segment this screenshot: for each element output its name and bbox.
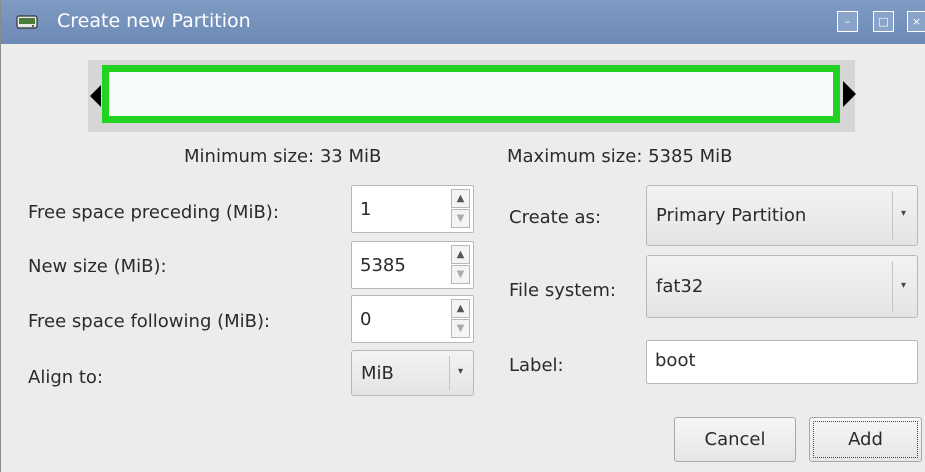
disk-icon [16,15,38,29]
close-icon[interactable]: × [907,11,925,32]
chevron-down-icon[interactable]: ▾ [901,280,906,291]
label-input-box[interactable] [646,340,918,384]
free-space-preceding-label: Free space preceding (MiB): [28,202,279,223]
align-to-value: MiB [361,363,394,384]
increment-icon[interactable]: ▲ [451,299,470,318]
decrement-icon[interactable]: ▼ [451,319,470,338]
file-system-dropdown[interactable]: fat32 ▾ [646,255,918,318]
chevron-down-icon[interactable]: ▾ [901,208,906,219]
dropdown-separator [892,261,893,312]
new-size-value[interactable]: 5385 [360,255,406,276]
decrement-icon[interactable]: ▼ [451,265,470,284]
increment-icon[interactable]: ▲ [451,189,470,208]
free-space-following-spinner[interactable]: 0 ▲ ▼ [351,295,474,343]
file-system-value: fat32 [656,276,704,297]
minimum-size-label: Minimum size: 33 MiB [184,146,382,167]
align-to-label: Align to: [28,367,104,388]
new-size-label: New size (MiB): [28,256,167,277]
title-bar[interactable]: Create new Partition – □ × [1,0,925,44]
create-as-label: Create as: [509,207,602,228]
minimize-icon[interactable]: – [837,11,858,32]
maximum-size-label: Maximum size: 5385 MiB [507,146,733,167]
decrement-icon[interactable]: ▼ [451,209,470,228]
cancel-button[interactable]: Cancel [674,417,796,462]
partition-visual [102,65,840,123]
chevron-down-icon[interactable]: ▾ [458,366,463,377]
free-space-following-label: Free space following (MiB): [28,311,271,332]
window-title: Create new Partition [57,10,251,32]
create-as-dropdown[interactable]: Primary Partition ▾ [646,185,918,246]
free-space-following-value[interactable]: 0 [360,309,371,330]
create-as-value: Primary Partition [656,205,807,226]
free-space-preceding-value[interactable]: 1 [360,199,371,220]
align-to-dropdown[interactable]: MiB ▾ [351,350,474,396]
increment-icon[interactable]: ▲ [451,245,470,264]
left-resize-handle[interactable] [90,85,101,107]
add-button[interactable]: Add [809,417,922,462]
new-size-spinner[interactable]: 5385 ▲ ▼ [351,241,474,289]
dropdown-separator [892,191,893,240]
free-space-preceding-spinner[interactable]: 1 ▲ ▼ [351,185,474,233]
file-system-label: File system: [509,280,616,301]
right-resize-handle[interactable] [843,81,856,107]
create-partition-dialog: Create new Partition – □ × Minimum size:… [0,0,925,472]
label-field-label: Label: [509,355,564,376]
label-input[interactable] [655,350,895,371]
maximize-icon[interactable]: □ [873,11,894,32]
dropdown-separator [449,356,450,390]
